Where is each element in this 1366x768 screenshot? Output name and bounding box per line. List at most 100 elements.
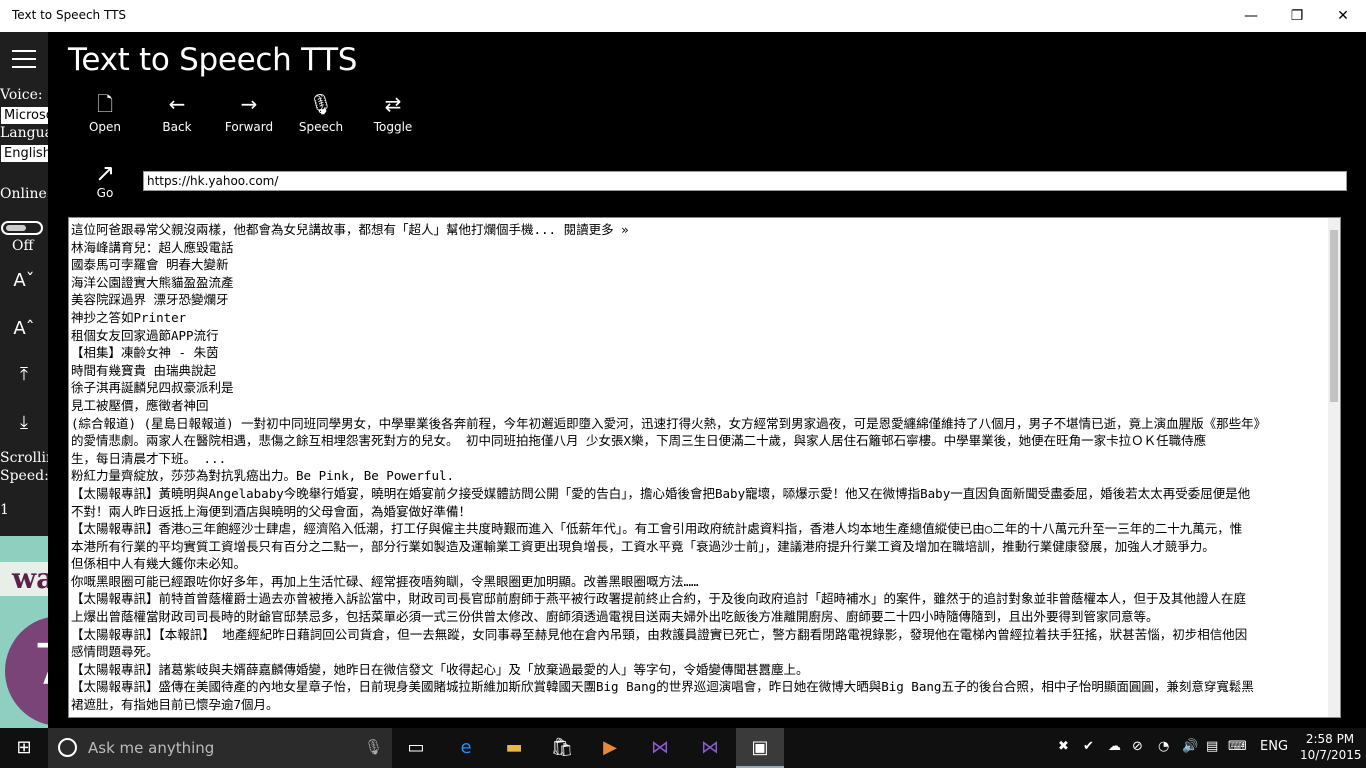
visual-studio-icon[interactable]: ⋈ xyxy=(686,728,734,768)
cortana-icon xyxy=(58,738,77,757)
text-line: 上爆出曾蔭權當財政司司長時的財爺官邸禁忌多，包括菜單必須一式三份供曾太修改、廚師… xyxy=(71,609,1159,625)
speech-button[interactable]: 🎙 Speech xyxy=(291,92,351,134)
text-line: 你嘅黑眼圈可能已經跟咗你好多年，再加上生活忙碌、經常捱夜唔夠瞓，令黑眼圈更加明顯… xyxy=(71,573,699,589)
taskbar: ⊞ Ask me anything 🎙 ▭ e ▬ 🛍 ▶ ⋈ ⋈ ▣ ✖ ✔ … xyxy=(0,728,1366,768)
text-line: 林海峰講育兒：超人應毀電話 xyxy=(71,239,234,255)
text-line: 生，每日清晨才下班。 ... xyxy=(71,450,227,466)
text-line: 的愛情悲劇。兩家人在醫院相遇，悲傷之餘互相埋怨害死對方的兒女。 初中同班拍拖僅八… xyxy=(71,433,1207,449)
forward-button[interactable]: → Forward xyxy=(219,92,279,134)
text-line: 粉紅力量齊綻放，莎莎為對抗乳癌出力。Be Pink, Be Powerful. xyxy=(71,468,455,484)
tts-app-taskbar-icon[interactable]: ▣ xyxy=(736,728,784,768)
speed-value: 1 xyxy=(0,502,9,518)
touch-keyboard-icon[interactable]: ⌨ xyxy=(1228,739,1247,754)
wifi-icon[interactable]: ◔ xyxy=(1158,739,1169,754)
open-button[interactable]: 🗋 Open xyxy=(75,92,135,134)
app-title: Text to Speech TTS xyxy=(68,42,358,78)
text-line: 徐子淇再誕麟兒四叔豪派利是 xyxy=(71,380,234,396)
text-line: 【太陽報專訊】【本報訊】 地產經紀昨日藉詞回公司貨倉，但一去無蹤，女同事尋至赫見… xyxy=(71,626,1248,642)
go-button[interactable]: ↗ Go xyxy=(80,160,130,200)
text-line: 這位阿爸跟尋常父親沒兩樣，他都會為女兒講故事，都想有「超人」幫他打爛個手機...… xyxy=(71,222,629,237)
text-line: 【太陽報專訊】前特首曾蔭權爵士過去亦曾被捲入訴訟當中，財政司司長官邸前廚師于燕平… xyxy=(71,591,1247,607)
scrolling-label: Scrolling xyxy=(0,450,48,466)
arrow-up-right-icon: ↗ xyxy=(94,159,116,187)
clock-time: 2:58 PM xyxy=(1305,732,1355,746)
text-line: 神抄之答如Printer xyxy=(71,309,187,325)
cortana-search-box[interactable]: Ask me anything 🎙 xyxy=(48,728,392,768)
scrollbar-thumb[interactable] xyxy=(1330,230,1338,402)
clock[interactable]: 2:58 PM 10/7/2015 xyxy=(1300,731,1362,763)
online-label: Online xyxy=(0,186,47,202)
go-label: Go xyxy=(96,186,114,200)
back-button[interactable]: ← Back xyxy=(147,92,207,134)
language-select[interactable]: English xyxy=(1,145,48,162)
document-icon: 🗋 xyxy=(96,92,114,116)
toggle-state: Off xyxy=(12,238,34,254)
search-placeholder: Ask me anything xyxy=(88,739,215,757)
vertical-scrollbar[interactable] xyxy=(1328,218,1340,717)
visual-studio-blend-icon[interactable]: ⋈ xyxy=(636,728,684,768)
minimize-button[interactable]: — xyxy=(1228,0,1274,32)
font-increase-icon[interactable]: Aˆ xyxy=(12,318,36,339)
usb-safe-remove-icon[interactable]: ✔ xyxy=(1083,739,1094,754)
text-line: 裙遮肚，有指她目前已懷孕逾7個月。 xyxy=(71,697,279,713)
sidebar: Voice: Microsoft Language: English Onlin… xyxy=(0,32,48,728)
scroll-down-icon[interactable]: ⤓ xyxy=(12,412,36,433)
title-bar: Text to Speech TTS — ❐ ✕ xyxy=(0,0,1366,32)
text-line: (綜合報道) (星島日報報道) 一對初中同班同學男女，中學畢業後各奔前程，今年初… xyxy=(71,415,1267,431)
voice-label: Voice: xyxy=(0,87,43,103)
window-title: Text to Speech TTS xyxy=(12,8,127,22)
microphone-icon: 🎙 xyxy=(308,92,334,116)
page-text-area[interactable]: 這位阿爸跟尋常父親沒兩樣，他都會為女兒講故事，都想有「超人」幫他打爛個手機...… xyxy=(68,217,1341,718)
network-error-icon[interactable]: ✖ xyxy=(1058,739,1069,754)
font-decrease-icon[interactable]: Aˇ xyxy=(12,270,36,291)
edge-browser-icon[interactable]: e xyxy=(442,728,490,768)
voice-select[interactable]: Microsoft xyxy=(1,107,48,124)
input-language[interactable]: ENG xyxy=(1260,739,1288,754)
speech-label: Speech xyxy=(298,120,344,134)
language-label: Language: xyxy=(0,125,48,141)
close-button[interactable]: ✕ xyxy=(1320,0,1366,32)
text-line: 【太陽報專訊】盛傳在美國待產的內地女星章子怡，日前現身美國賭城拉斯維加斯欣賞韓國… xyxy=(71,679,1254,695)
advertisement-banner[interactable]: wa 7 xyxy=(0,536,48,728)
swap-arrows-icon: ⇄ xyxy=(384,92,402,116)
windows-start-icon[interactable]: ⊞ xyxy=(0,728,48,768)
open-label: Open xyxy=(88,120,122,134)
text-line: 租個女友回家過節APP流行 xyxy=(71,327,219,343)
microphone-icon[interactable]: 🎙 xyxy=(364,738,383,756)
scroll-top-icon[interactable]: ⤒ xyxy=(12,364,36,385)
online-toggle[interactable] xyxy=(1,221,43,235)
clock-date: 10/7/2015 xyxy=(1300,748,1362,762)
arrow-right-icon: → xyxy=(240,92,258,116)
text-line: 國泰馬可孛羅會 明春大變新 xyxy=(71,257,229,273)
toggle-label: Toggle xyxy=(373,120,413,134)
task-view-icon[interactable]: ▭ xyxy=(392,728,440,768)
store-icon[interactable]: 🛍 xyxy=(538,728,586,768)
ad-text: wa xyxy=(0,562,48,596)
text-line: 美容院踩過界 漂牙恐變爛牙 xyxy=(71,292,229,308)
text-line: 感情問題尋死。 xyxy=(71,644,159,660)
hamburger-menu-icon[interactable] xyxy=(12,50,36,74)
url-input[interactable]: https://hk.yahoo.com/ xyxy=(143,171,1347,191)
satellite-icon[interactable]: ⊘ xyxy=(1132,739,1143,754)
text-line: 【太陽報專訊】香港○三年飽經沙士肆虐，經濟陷入低潮，打工仔與僱主共度時艱而進入「… xyxy=(71,521,1243,537)
action-center-icon[interactable]: ▤ xyxy=(1206,739,1218,754)
text-line: 但係相中人有幾大鑊你未必知。 xyxy=(71,556,247,572)
media-player-icon[interactable]: ▶ xyxy=(586,728,634,768)
text-line: 【相集】凍齡女神 - 朱茵 xyxy=(71,345,219,361)
text-line: 見工被壓價，應徵者神回 xyxy=(71,397,209,413)
text-lines: 這位阿爸跟尋常父親沒兩樣，他都會為女兒講故事，都想有「超人」幫他打爛個手機...… xyxy=(71,221,1327,714)
text-line: 不對！兩人昨日返抵上海便到酒店與曉明的父母會面，為婚宴做好準備！ xyxy=(71,503,472,519)
text-line: 時間有幾寶貴 由瑞典說起 xyxy=(71,362,217,378)
toggle-button[interactable]: ⇄ Toggle xyxy=(363,92,423,134)
forward-label: Forward xyxy=(224,120,274,134)
ad-number: 7 xyxy=(5,616,48,726)
arrow-left-icon: ← xyxy=(168,92,186,116)
maximize-button[interactable]: ❐ xyxy=(1274,0,1320,32)
text-line: 本港所有行業的平均實質工資增長只有百分之二點一，部分行業如製造及運輸業工資更出現… xyxy=(71,538,1215,554)
text-line: 【太陽報專訊】諸葛紫岐與夫婿薛嘉麟傳婚變，她昨日在微信發文「收得起心」及「放棄過… xyxy=(71,661,809,677)
file-explorer-icon[interactable]: ▬ xyxy=(490,728,538,768)
speed-label: Speed: xyxy=(0,468,48,484)
text-line: 海洋公園證實大熊貓盈盈流產 xyxy=(71,274,234,290)
volume-icon[interactable]: 🔊 xyxy=(1182,739,1198,754)
onedrive-icon[interactable]: ☁ xyxy=(1108,739,1121,754)
